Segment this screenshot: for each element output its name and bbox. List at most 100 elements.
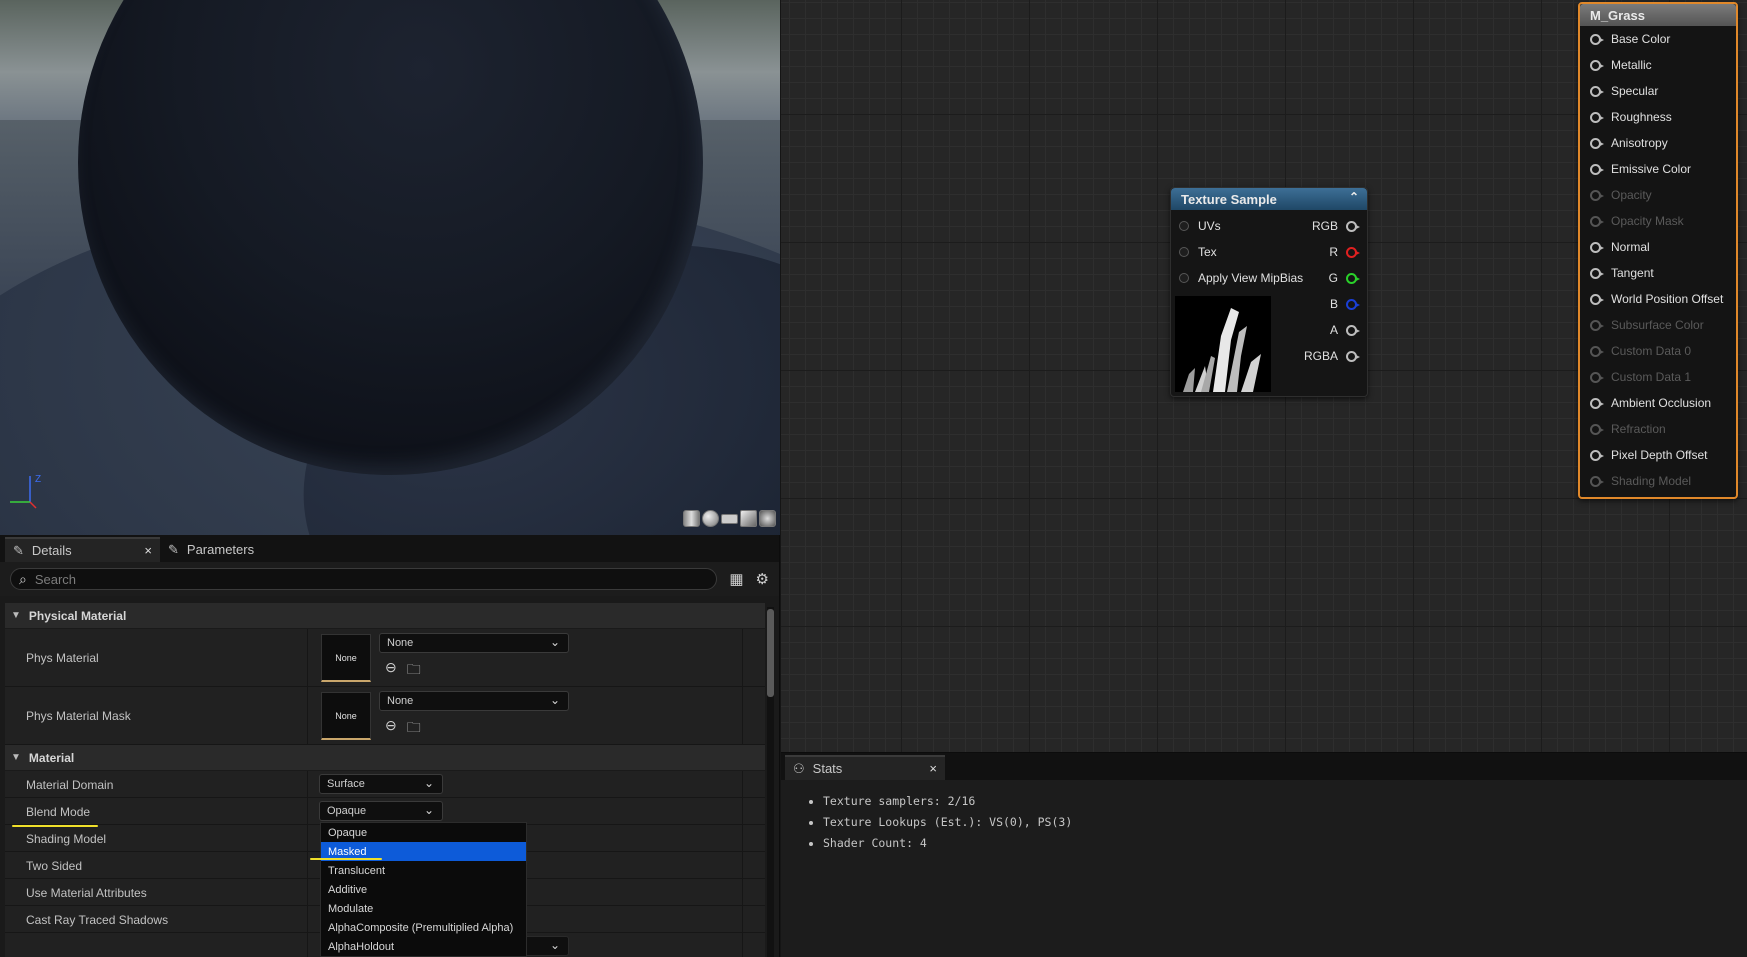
option-alphacomposite[interactable]: AlphaComposite (Premultiplied Alpha) (321, 918, 526, 937)
material-domain-value: Surface (327, 778, 365, 790)
chevron-down-icon: ⌄ (423, 776, 434, 790)
details-toolbar: ⌕ Search ▦ ⚙ (0, 562, 779, 596)
result-pin-row[interactable]: Pixel Depth Offset (1590, 448, 1708, 462)
result-pin-row[interactable]: Ambient Occlusion (1590, 396, 1711, 410)
category-physical-material[interactable]: ▼ Physical Material (5, 603, 765, 629)
input-pin-icon[interactable] (1590, 33, 1604, 45)
input-apply-view-mipbias[interactable]: Apply View MipBias (1179, 271, 1303, 285)
input-pin-icon[interactable] (1590, 241, 1604, 253)
input-pin-icon[interactable] (1590, 111, 1604, 123)
input-pin-icon[interactable] (1590, 449, 1604, 461)
result-pin-row[interactable]: Specular (1590, 84, 1658, 98)
output-g[interactable]: G (1329, 271, 1360, 285)
stats-tab-bar: ⚇ Stats × (781, 753, 1747, 780)
result-pin-label: Emissive Color (1611, 162, 1692, 176)
sphere-preview-icon[interactable] (702, 510, 719, 527)
result-pin-row[interactable]: World Position Offset (1590, 292, 1723, 306)
material-preview-viewport[interactable]: Z (0, 0, 780, 535)
stats-icon: ⚇ (793, 760, 805, 776)
row-blend-mode: Blend Mode Opaque ⌄ (5, 798, 765, 825)
use-selected-icon[interactable]: ⊖ (385, 659, 397, 683)
input-pin-icon[interactable] (1179, 247, 1189, 257)
chevron-down-icon: ⌄ (549, 938, 560, 952)
material-graph-canvas[interactable]: Texture Sample ⌃ UVs Tex Apply View MipB… (781, 0, 1747, 752)
output-pin-icon[interactable] (1346, 324, 1360, 336)
result-pin-label: Subsurface Color (1611, 318, 1704, 332)
result-pin-row[interactable]: Roughness (1590, 110, 1672, 124)
column-divider (307, 629, 308, 686)
input-pin-icon (1590, 189, 1604, 201)
output-b[interactable]: B (1330, 297, 1360, 311)
result-pin-row[interactable]: Tangent (1590, 266, 1654, 280)
option-opaque[interactable]: Opaque (321, 823, 526, 842)
browse-folder-icon[interactable]: 🗀 (407, 659, 421, 683)
output-a[interactable]: A (1330, 323, 1360, 337)
cube-preview-icon[interactable] (740, 510, 757, 527)
browse-folder-icon[interactable]: 🗀 (407, 717, 421, 741)
input-pin-icon[interactable] (1179, 273, 1189, 283)
input-uvs[interactable]: UVs (1179, 219, 1221, 233)
scrollbar-thumb[interactable] (767, 609, 774, 697)
input-pin-icon[interactable] (1590, 293, 1604, 305)
option-alphaholdout[interactable]: AlphaHoldout (321, 937, 526, 956)
category-label: Physical Material (28, 608, 127, 623)
input-pin-icon[interactable] (1590, 163, 1604, 175)
search-input[interactable]: ⌕ Search (10, 568, 718, 590)
tab-parameters[interactable]: ✎ Parameters (160, 537, 262, 562)
close-icon[interactable]: × (144, 543, 152, 558)
result-pin-row[interactable]: Emissive Color (1590, 162, 1691, 176)
input-tex[interactable]: Tex (1179, 245, 1217, 259)
texture-sample-node[interactable]: Texture Sample ⌃ UVs Tex Apply View MipB… (1170, 187, 1368, 397)
details-scrollbar[interactable] (767, 607, 774, 957)
phys-material-thumbnail[interactable]: None (321, 634, 371, 682)
phys-material-mask-dropdown[interactable]: None ⌄ (379, 691, 569, 711)
output-rgba[interactable]: RGBA (1304, 349, 1360, 363)
output-pin-icon[interactable] (1346, 298, 1360, 310)
gear-icon[interactable]: ⚙ (756, 570, 769, 588)
output-r[interactable]: R (1329, 245, 1360, 259)
input-pin-icon[interactable] (1590, 85, 1604, 97)
category-material[interactable]: ▼ Material (5, 745, 765, 771)
blend-mode-dropdown[interactable]: Opaque ⌄ (319, 801, 443, 821)
tab-details[interactable]: ✎ Details × (5, 537, 160, 562)
result-pin-label: Normal (1611, 240, 1650, 254)
column-divider (307, 879, 308, 905)
material-result-node[interactable]: M_Grass Base Color Metallic Specular Roughn… (1578, 2, 1738, 499)
phys-material-mask-thumbnail[interactable]: None (321, 692, 371, 740)
plane-preview-icon[interactable] (721, 514, 738, 524)
table-view-icon[interactable]: ▦ (729, 570, 743, 588)
result-pin-label: Ambient Occlusion (1611, 396, 1712, 410)
texture-sample-header[interactable]: Texture Sample ⌃ (1171, 188, 1367, 210)
option-translucent[interactable]: Translucent (321, 861, 526, 880)
result-pin-row[interactable]: Anisotropy (1590, 136, 1668, 150)
material-domain-dropdown[interactable]: Surface ⌄ (319, 774, 443, 794)
output-r-label: R (1329, 245, 1338, 259)
cylinder-preview-icon[interactable] (683, 510, 700, 527)
details-tab-bar: ✎ Details × ✎ Parameters (0, 535, 779, 562)
option-modulate[interactable]: Modulate (321, 899, 526, 918)
output-pin-icon[interactable] (1346, 246, 1360, 258)
output-pin-icon[interactable] (1346, 272, 1360, 284)
result-pin-row[interactable]: Metallic (1590, 58, 1652, 72)
input-pin-icon[interactable] (1179, 221, 1189, 231)
input-pin-icon[interactable] (1590, 397, 1604, 409)
tab-stats[interactable]: ⚇ Stats × (785, 755, 945, 780)
output-pin-icon[interactable] (1346, 350, 1360, 362)
result-pin-row[interactable]: Base Color (1590, 32, 1670, 46)
close-icon[interactable]: × (929, 761, 937, 776)
option-additive[interactable]: Additive (321, 880, 526, 899)
phys-material-dropdown[interactable]: None ⌄ (379, 633, 569, 653)
use-selected-icon[interactable]: ⊖ (385, 717, 397, 741)
custom-mesh-preview-icon[interactable] (759, 510, 776, 527)
column-divider (742, 852, 743, 878)
input-pin-icon[interactable] (1590, 267, 1604, 279)
collapse-icon[interactable]: ⌃ (1349, 190, 1359, 204)
stats-line: Texture Lookups (Est.): VS(0), PS(3) (823, 815, 1747, 829)
column-divider (307, 798, 308, 824)
input-pin-icon[interactable] (1590, 137, 1604, 149)
output-rgb[interactable]: RGB (1312, 219, 1360, 233)
result-pin-row[interactable]: Normal (1590, 240, 1650, 254)
result-node-header[interactable]: M_Grass (1580, 4, 1736, 26)
output-pin-icon[interactable] (1346, 220, 1360, 232)
input-pin-icon[interactable] (1590, 59, 1604, 71)
